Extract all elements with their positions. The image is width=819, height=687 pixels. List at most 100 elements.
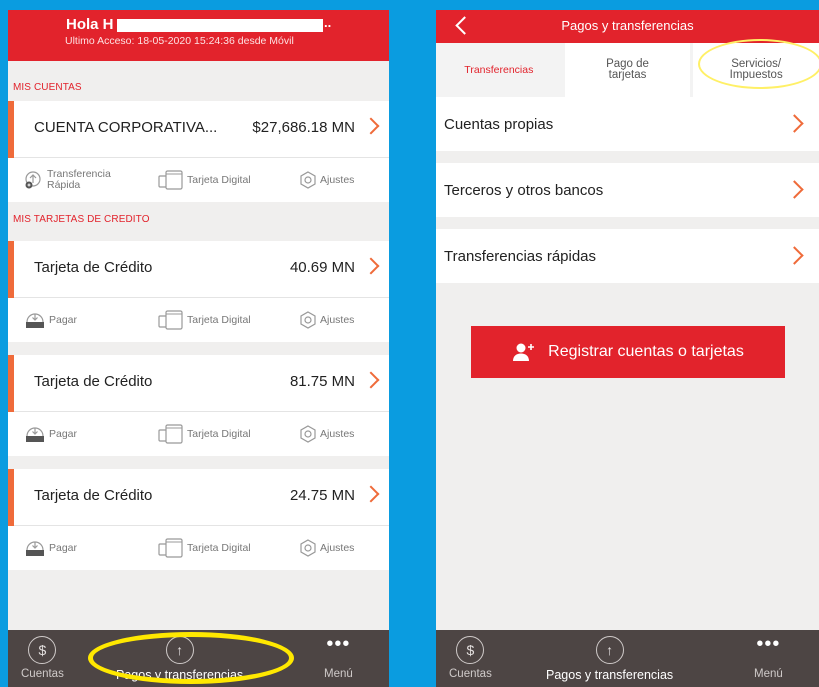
nav-cuentas-label: Cuentas (21, 668, 64, 680)
account-balance: $27,686.18 MN (252, 119, 355, 136)
pay-icon (26, 313, 44, 328)
more-dots-icon: ••• (326, 633, 351, 655)
digital-card-button[interactable]: Tarjeta Digital (158, 298, 251, 342)
row-label: Transferencias rápidas (444, 248, 597, 265)
card-accent (8, 241, 14, 298)
account-card: CUENTA CORPORATIVA... $27,686.18 MN Tran… (8, 101, 389, 202)
row-cuentas-propias[interactable]: Cuentas propias (436, 97, 819, 151)
bottom-nav: $ Cuentas ↑ Pagos y transferencias ••• M… (436, 630, 819, 687)
credit-cards-section-title: MIS TARJETAS DE CREDITO (13, 214, 150, 225)
quick-transfer-label-2: Rápida (47, 179, 81, 191)
credit-card: Tarjeta de Crédito 81.75 MN Pagar Tarjet… (8, 355, 389, 456)
digital-card-button[interactable]: Tarjeta Digital (158, 526, 251, 570)
nav-menu[interactable]: ••• Menú (324, 633, 353, 680)
digital-card-button[interactable]: Tarjeta Digital (158, 412, 251, 456)
row-label: Terceros y otros bancos (444, 182, 604, 199)
digital-card-icon (158, 170, 183, 190)
quick-transfer-icon (25, 171, 41, 189)
credit-card-row[interactable]: Tarjeta de Crédito 24.75 MN (8, 469, 389, 526)
credit-card-balance: 81.75 MN (289, 373, 355, 390)
pay-label: Pagar (49, 542, 78, 554)
gear-icon (300, 539, 316, 557)
transfer-options-list: Cuentas propias Terceros y otros bancos … (436, 97, 819, 283)
account-row[interactable]: CUENTA CORPORATIVA... $27,686.18 MN (8, 101, 389, 158)
quick-transfer-button[interactable]: Transferencia Rápida (24, 158, 111, 202)
nav-cuentas[interactable]: $ Cuentas (449, 636, 492, 680)
settings-label: Ajustes (320, 428, 355, 440)
digital-card-icon (158, 310, 183, 330)
nav-menu-label: Menú (324, 668, 353, 680)
settings-label: Ajustes (320, 314, 355, 326)
digital-card-label: Tarjeta Digital (187, 174, 251, 186)
more-dots-icon: ••• (756, 633, 781, 655)
tab-transferencias[interactable]: Transferencias (436, 43, 562, 97)
dollar-icon: $ (456, 636, 485, 664)
page-title: Pagos y transferencias (561, 18, 694, 33)
nav-menu[interactable]: ••• Menú (754, 633, 783, 680)
card-accent (8, 101, 14, 158)
row-transferencias-rapidas[interactable]: Transferencias rápidas (436, 229, 819, 283)
credit-card: Tarjeta de Crédito 24.75 MN Pagar Tarjet… (8, 469, 389, 570)
digital-card-icon (158, 538, 183, 558)
chevron-right-icon[interactable] (362, 257, 380, 275)
arrow-up-icon: ↑ (595, 636, 624, 664)
add-user-icon (513, 343, 535, 361)
chevron-right-icon[interactable] (362, 117, 380, 135)
tab-transferencias-label: Transferencias (464, 63, 534, 76)
pay-button[interactable]: Pagar (24, 412, 77, 456)
credit-card-balance: 24.75 MN (289, 487, 355, 504)
pay-icon (26, 427, 44, 442)
nav-menu-label: Menú (754, 668, 783, 680)
credit-card-balance: 40.69 MN (289, 259, 355, 276)
nav-pagos[interactable]: ↑ Pagos y transferencias (546, 636, 673, 682)
settings-button[interactable]: Ajustes (299, 526, 354, 570)
chevron-right-icon[interactable] (362, 485, 380, 503)
credit-card-row[interactable]: Tarjeta de Crédito 40.69 MN (8, 241, 389, 298)
row-label: Cuentas propias (444, 116, 554, 133)
pay-icon (26, 541, 44, 556)
chevron-right-icon[interactable] (362, 371, 380, 389)
dollar-icon: $ (28, 636, 57, 664)
settings-button[interactable]: Ajustes (299, 412, 354, 456)
last-access: Ultimo Acceso: 18-05-2020 15:24:36 desde… (65, 35, 294, 47)
greeting: Hola H (66, 16, 114, 33)
tab-pago-label-2: tarjetas (608, 69, 647, 81)
settings-button[interactable]: Ajustes (299, 298, 354, 342)
digital-card-label: Tarjeta Digital (187, 428, 251, 440)
card-accent (8, 355, 14, 412)
digital-card-label: Tarjeta Digital (187, 542, 251, 554)
credit-card: Tarjeta de Crédito 40.69 MN Pagar Tarjet… (8, 241, 389, 342)
pay-button[interactable]: Pagar (24, 526, 77, 570)
nav-cuentas[interactable]: $ Cuentas (21, 636, 64, 680)
pay-button[interactable]: Pagar (24, 298, 77, 342)
settings-button[interactable]: Ajustes (299, 158, 354, 202)
gear-icon (300, 425, 316, 443)
credit-cards-list: Tarjeta de Crédito 40.69 MN Pagar Tarjet… (8, 241, 389, 570)
register-accounts-button[interactable]: Registrar cuentas o tarjetas (471, 326, 785, 378)
settings-label: Ajustes (320, 174, 355, 186)
credit-card-name: Tarjeta de Crédito (34, 487, 153, 504)
account-name: CUENTA CORPORATIVA... (34, 119, 218, 136)
accounts-section-title: MIS CUENTAS (13, 82, 82, 93)
payments-screen: Pagos y transferencias Transferencias Pa… (436, 10, 819, 687)
greeting-ellipsis: .. (324, 15, 332, 30)
redacted-name (117, 19, 323, 32)
tab-pago-tarjetas[interactable]: Pago de tarjetas (564, 43, 691, 97)
card-accent (8, 469, 14, 526)
gear-icon (300, 171, 316, 189)
pay-label: Pagar (49, 314, 78, 326)
nav-pagos-label: Pagos y transferencias (546, 668, 674, 682)
digital-card-icon (158, 424, 183, 444)
chevron-right-icon (785, 114, 804, 133)
chevron-right-icon (785, 180, 804, 199)
app-header: Hola H .. Ultimo Acceso: 18-05-2020 15:2… (8, 10, 389, 61)
highlight-ellipse (698, 39, 819, 89)
pay-label: Pagar (49, 428, 78, 440)
row-terceros[interactable]: Terceros y otros bancos (436, 163, 819, 217)
digital-card-button[interactable]: Tarjeta Digital (158, 158, 251, 202)
highlight-ellipse (88, 632, 294, 684)
nav-cuentas-label: Cuentas (449, 668, 492, 680)
chevron-right-icon (785, 246, 804, 265)
register-accounts-label: Registrar cuentas o tarjetas (548, 343, 744, 360)
credit-card-row[interactable]: Tarjeta de Crédito 81.75 MN (8, 355, 389, 412)
